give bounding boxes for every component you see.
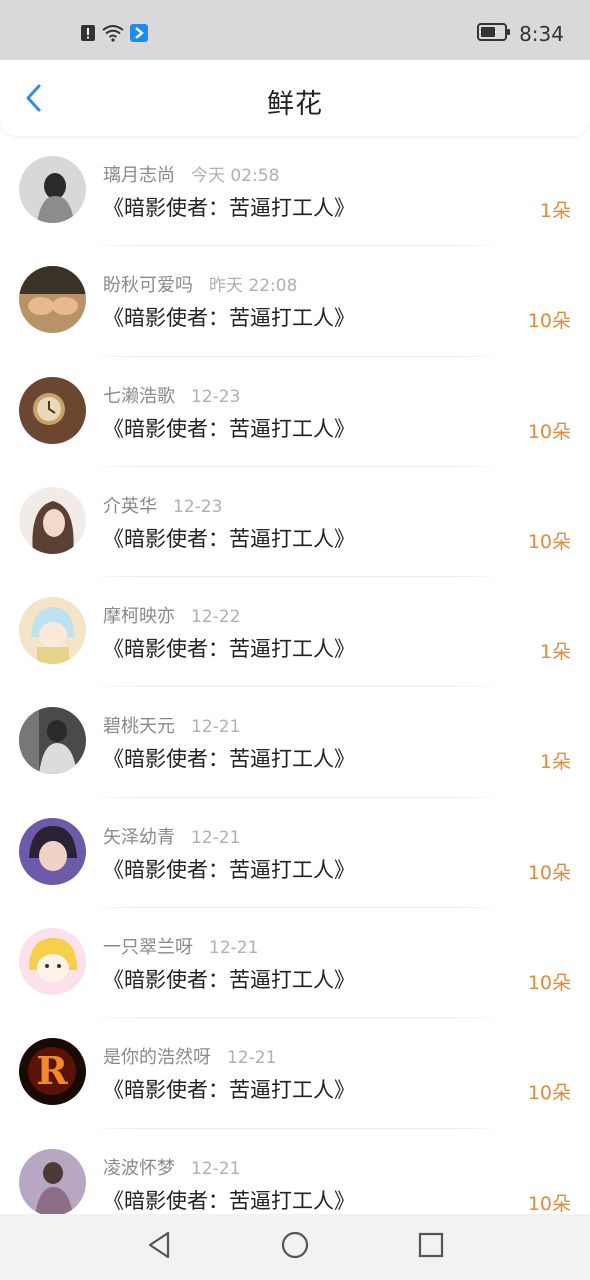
book-title: 《暗影使者：苦逼打工人》 bbox=[103, 196, 355, 220]
status-icons-right: 8:34 bbox=[477, 22, 564, 46]
user-name[interactable]: 介英华 bbox=[103, 492, 157, 518]
back-triangle-icon bbox=[146, 1231, 172, 1263]
avatar bbox=[19, 817, 86, 885]
recents-square-icon bbox=[418, 1232, 444, 1262]
book-title: 《暗影使者：苦逼打工人》 bbox=[103, 416, 355, 441]
book-title: 《暗影使者：苦逼打工人》 bbox=[103, 637, 355, 662]
timestamp: 12-21 bbox=[191, 827, 241, 848]
user-name[interactable]: 璃月志尚 bbox=[103, 161, 175, 187]
header-bar: 鲜花 bbox=[0, 60, 590, 136]
list-item[interactable]: 璃月志尚 今天 02:58 《暗影使者：苦逼打工人》 1朵 bbox=[0, 136, 590, 247]
system-back-button[interactable] bbox=[141, 1229, 177, 1265]
timestamp: 今天 02:58 bbox=[191, 166, 280, 186]
book-title: 《暗影使者：苦逼打工人》 bbox=[103, 1078, 355, 1103]
timestamp: 12-22 bbox=[191, 607, 241, 628]
home-circle-icon bbox=[281, 1231, 309, 1263]
list-item[interactable]: 凌波怀梦 12-21 《暗影使者：苦逼打工人》 10朵 bbox=[0, 1129, 590, 1214]
system-home-button[interactable] bbox=[277, 1229, 313, 1265]
timestamp: 12-23 bbox=[191, 386, 241, 407]
system-recents-button[interactable] bbox=[413, 1229, 449, 1265]
status-icons-left bbox=[80, 24, 148, 46]
list-item[interactable]: 一只翠兰呀 12-21 《暗影使者：苦逼打工人》 10朵 bbox=[0, 908, 590, 1019]
list-item[interactable]: 七濑浩歌 12-23 《暗影使者：苦逼打工人》 10朵 bbox=[0, 357, 590, 467]
system-navigation-bar bbox=[0, 1214, 590, 1280]
user-name[interactable]: 是你的浩然呀 bbox=[103, 1043, 211, 1069]
book-title: 《暗影使者：苦逼打工人》 bbox=[103, 747, 355, 772]
avatar bbox=[19, 266, 86, 334]
timestamp: 12-21 bbox=[209, 938, 259, 959]
timestamp: 12-21 bbox=[191, 1158, 241, 1179]
list-item[interactable]: R 是你的浩然呀 12-21 《暗影使者：苦逼打工人》 10朵 bbox=[0, 1018, 590, 1129]
user-name[interactable]: 七濑浩歌 bbox=[103, 382, 175, 408]
alert-icon bbox=[80, 24, 96, 46]
book-title: 《暗影使者：苦逼打工人》 bbox=[103, 1188, 355, 1213]
timestamp: 12-21 bbox=[191, 717, 241, 738]
avatar bbox=[19, 486, 86, 554]
user-name[interactable]: 矢泽幼青 bbox=[103, 823, 175, 849]
flower-count: 10朵 bbox=[527, 1082, 571, 1105]
book-title: 《暗影使者：苦逼打工人》 bbox=[103, 968, 355, 993]
book-title: 《暗影使者：苦逼打工人》 bbox=[103, 306, 355, 331]
flower-count: 10朵 bbox=[527, 310, 571, 333]
avatar bbox=[19, 376, 86, 444]
list-item[interactable]: 碧桃天元 12-21 《暗影使者：苦逼打工人》 1朵 bbox=[0, 687, 590, 798]
timestamp: 12-23 bbox=[173, 496, 223, 517]
flower-count: 1朵 bbox=[539, 200, 571, 222]
flower-count: 1朵 bbox=[539, 641, 571, 664]
list-item[interactable]: 介英华 12-23 《暗影使者：苦逼打工人》 10朵 bbox=[0, 467, 590, 578]
list-item[interactable]: 摩柯映亦 12-22 《暗影使者：苦逼打工人》 1朵 bbox=[0, 577, 590, 688]
svg-text:R: R bbox=[36, 1048, 68, 1093]
flower-count: 10朵 bbox=[527, 972, 571, 995]
status-bar: 8:34 bbox=[0, 0, 590, 60]
flower-count: 10朵 bbox=[527, 861, 571, 884]
flower-count: 10朵 bbox=[527, 1192, 571, 1214]
user-name[interactable]: 盼秋可爱吗 bbox=[103, 271, 193, 297]
list-item[interactable]: 矢泽幼青 12-21 《暗影使者：苦逼打工人》 10朵 bbox=[0, 798, 590, 909]
user-name[interactable]: 摩柯映亦 bbox=[103, 602, 175, 628]
book-title: 《暗影使者：苦逼打工人》 bbox=[103, 857, 355, 882]
wifi-icon bbox=[102, 24, 124, 46]
avatar bbox=[19, 707, 86, 775]
user-name[interactable]: 碧桃天元 bbox=[103, 712, 175, 738]
book-title: 《暗影使者：苦逼打工人》 bbox=[103, 526, 355, 551]
user-name[interactable]: 凌波怀梦 bbox=[103, 1154, 175, 1180]
list-item[interactable]: 盼秋可爱吗 昨天 22:08 《暗影使者：苦逼打工人》 10朵 bbox=[0, 246, 590, 357]
flower-count: 10朵 bbox=[527, 420, 571, 443]
avatar bbox=[19, 928, 86, 996]
flower-count: 10朵 bbox=[527, 530, 571, 553]
avatar: R bbox=[19, 1038, 86, 1106]
avatar bbox=[19, 597, 86, 665]
battery-icon bbox=[477, 22, 511, 46]
timestamp: 12-21 bbox=[227, 1048, 277, 1069]
status-time: 8:34 bbox=[519, 22, 564, 46]
page-title: 鲜花 bbox=[267, 89, 323, 120]
flower-count: 1朵 bbox=[539, 751, 571, 774]
avatar bbox=[19, 156, 86, 223]
timestamp: 昨天 22:08 bbox=[209, 276, 298, 297]
flower-record-list: 璃月志尚 今天 02:58 《暗影使者：苦逼打工人》 1朵 盼秋可爱吗 昨天 2… bbox=[0, 136, 590, 1214]
user-name[interactable]: 一只翠兰呀 bbox=[103, 933, 193, 959]
avatar bbox=[19, 1148, 86, 1214]
notification-app-icon bbox=[130, 24, 148, 46]
